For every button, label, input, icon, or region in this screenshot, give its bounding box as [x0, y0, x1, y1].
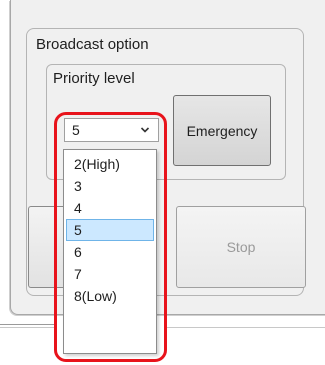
background-window-edge-right [167, 327, 325, 328]
stop-button[interactable]: Stop [176, 206, 306, 288]
dropdown-item-7[interactable]: 7 [66, 263, 154, 285]
priority-level-combobox[interactable]: 5 [64, 118, 159, 142]
emergency-button-label: Emergency [186, 122, 258, 139]
dropdown-item-4[interactable]: 4 [66, 197, 154, 219]
broadcast-option-title: Broadcast option [36, 36, 149, 53]
background-window-edge [0, 324, 54, 325]
priority-dropdown-list[interactable]: 2(High) 3 4 5 6 7 8(Low) [63, 149, 157, 354]
stop-button-label: Stop [226, 239, 256, 255]
dropdown-item-8-low[interactable]: 8(Low) [66, 285, 154, 307]
dropdown-item-5-selected[interactable]: 5 [66, 219, 154, 241]
emergency-button[interactable]: Emergency [173, 95, 271, 166]
chevron-down-icon[interactable] [140, 123, 150, 137]
priority-selected-value: 5 [72, 122, 80, 138]
dropdown-item-6[interactable]: 6 [66, 241, 154, 263]
background-window-edge-shadow [0, 327, 54, 328]
dropdown-item-3[interactable]: 3 [66, 175, 154, 197]
priority-level-title: Priority level [53, 70, 135, 87]
dropdown-item-2-high[interactable]: 2(High) [66, 153, 154, 175]
